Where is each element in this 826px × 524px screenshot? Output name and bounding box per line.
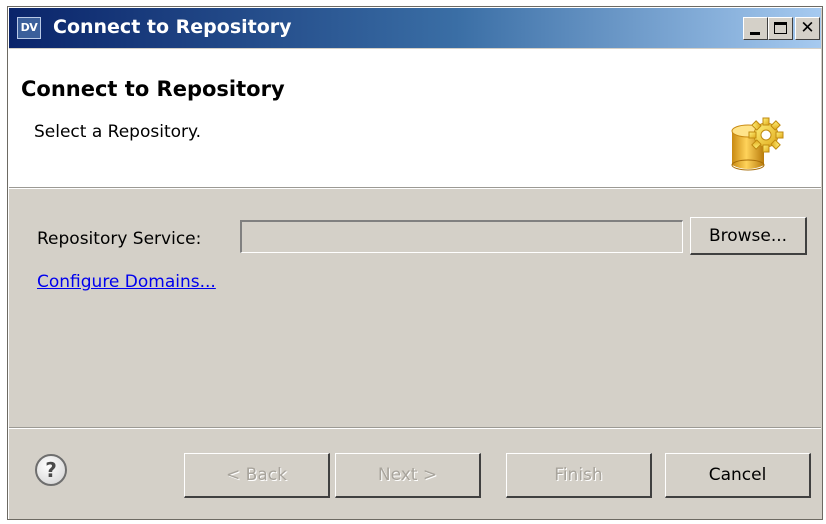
next-button[interactable]: Next >: [335, 453, 481, 498]
maximize-button[interactable]: [768, 17, 793, 40]
minimize-button[interactable]: [743, 17, 768, 40]
minimize-icon: [750, 32, 760, 35]
cancel-button[interactable]: Cancel: [665, 453, 811, 498]
app-icon: DV: [17, 17, 41, 39]
title-bar[interactable]: DV Connect to Repository ✕: [9, 8, 821, 48]
close-icon: ✕: [800, 18, 815, 38]
repository-service-input[interactable]: [240, 220, 683, 253]
page-subtitle: Select a Repository.: [34, 122, 202, 142]
browse-button[interactable]: Browse...: [690, 217, 807, 255]
close-button[interactable]: ✕: [795, 17, 820, 40]
footer-separator-highlight: [9, 428, 821, 429]
window-title: Connect to Repository: [53, 16, 292, 38]
svg-text:?: ?: [45, 458, 57, 482]
dialog-window: DV Connect to Repository ✕ Connect to Re…: [7, 6, 823, 520]
repository-service-label: Repository Service:: [37, 229, 202, 249]
maximize-icon: [774, 22, 787, 34]
repository-gear-icon: [731, 117, 784, 171]
finish-button[interactable]: Finish: [506, 453, 652, 498]
help-icon[interactable]: ?: [34, 453, 68, 487]
header-separator: [9, 188, 821, 189]
configure-domains-link[interactable]: Configure Domains...: [37, 272, 216, 292]
page-title: Connect to Repository: [21, 77, 285, 101]
wizard-header: Connect to Repository Select a Repositor…: [9, 49, 821, 188]
back-button[interactable]: < Back: [184, 453, 330, 498]
